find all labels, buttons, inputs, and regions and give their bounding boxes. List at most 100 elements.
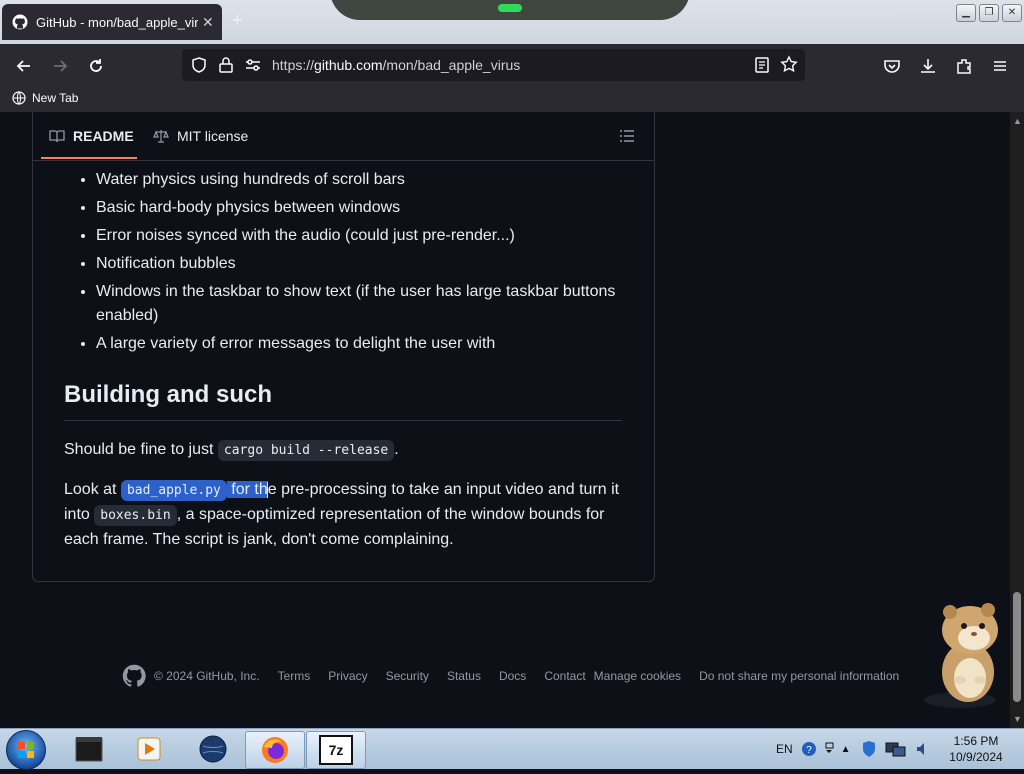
extensions-icon[interactable]	[954, 56, 974, 76]
tab-license-label: MIT license	[177, 128, 249, 144]
url-prefix: https://	[272, 57, 315, 73]
forward-icon[interactable]	[50, 56, 70, 76]
tab-readme[interactable]: README	[49, 128, 134, 144]
page-scrollbar[interactable]: ▲ ▼	[1010, 112, 1024, 728]
github-logo-icon[interactable]	[122, 664, 146, 688]
reload-icon[interactable]	[86, 56, 106, 76]
close-window-button[interactable]: ✕	[1002, 4, 1022, 22]
clock-date: 10/9/2024	[949, 750, 1003, 764]
cargo-command-code: cargo build --release	[217, 440, 395, 461]
footer-link-status[interactable]: Status	[447, 669, 481, 683]
url-text[interactable]: https://github.com/mon/bad_apple_virus	[272, 57, 520, 73]
desktop-decoration	[330, 0, 690, 20]
bookmark-new-tab[interactable]: New Tab	[12, 91, 78, 105]
script-paragraph: Look at bad_apple.py for the pre-process…	[64, 478, 624, 552]
footer-link-terms[interactable]: Terms	[278, 669, 311, 683]
browser-tab[interactable]: GitHub - mon/bad_apple_virus ✕	[2, 4, 222, 40]
book-icon	[49, 130, 65, 143]
list-item: Notification bubbles	[96, 252, 656, 276]
feature-list: Water physics using hundreds of scroll b…	[64, 168, 656, 360]
volume-icon[interactable]	[915, 740, 929, 758]
active-tab-indicator	[41, 157, 137, 159]
footer-link-docs[interactable]: Docs	[499, 669, 526, 683]
para2-lookat: Look at	[64, 481, 121, 498]
start-button[interactable]	[6, 730, 46, 770]
para1-end: .	[394, 441, 399, 458]
svg-text:?: ?	[806, 745, 812, 756]
github-footer: © 2024 GitHub, Inc. Terms Privacy Securi…	[122, 664, 922, 688]
scroll-up-icon[interactable]: ▲	[1013, 116, 1022, 126]
taskbar-app-media-player[interactable]	[120, 731, 178, 767]
github-page: README MIT license Water physics using h…	[0, 112, 1010, 728]
build-paragraph: Should be fine to just cargo build --rel…	[64, 438, 624, 463]
tab-license[interactable]: MIT license	[153, 128, 248, 144]
globe-app-icon	[199, 735, 227, 763]
site-permissions-icon[interactable]	[244, 57, 262, 73]
firefox-icon	[262, 737, 288, 763]
footer-link-do-not-share[interactable]: Do not share my personal information	[699, 669, 899, 683]
back-icon[interactable]	[14, 56, 34, 76]
minimize-window-button[interactable]: ▁	[956, 4, 976, 22]
list-item: Windows in the taskbar to show text (if …	[96, 280, 656, 328]
7zip-icon: 7z	[319, 735, 353, 765]
list-item: Water physics using hundreds of scroll b…	[96, 168, 656, 192]
footer-link-manage-cookies[interactable]: Manage cookies	[594, 669, 681, 683]
url-path: /mon/bad_apple_virus	[382, 57, 521, 73]
system-tray: EN ? ▲	[776, 729, 929, 769]
clock-time: 1:56 PM	[953, 734, 999, 748]
bad-apple-script-code: bad_apple.py	[120, 480, 227, 501]
selected-text: for th	[226, 481, 268, 498]
list-item: A large variety of error messages to del…	[96, 332, 656, 356]
list-item: Basic hard-body physics between windows	[96, 196, 656, 220]
table-of-contents-icon[interactable]	[619, 128, 635, 144]
windows-logo-icon	[18, 742, 34, 758]
taskbar-app-firefox[interactable]	[245, 731, 305, 769]
scale-icon	[153, 130, 169, 143]
windows-taskbar: 7z EN ? ▲ 1:56 PM 10/9/2024	[0, 728, 1024, 770]
pocket-icon[interactable]	[882, 56, 902, 76]
url-bar[interactable]: https://github.com/mon/bad_apple_virus	[182, 49, 805, 81]
taskbar-app-7zip[interactable]: 7z	[306, 731, 366, 769]
bookmark-star-icon[interactable]	[780, 55, 798, 73]
language-bar-options-icon[interactable]	[823, 741, 835, 757]
downloads-icon[interactable]	[918, 56, 938, 76]
tab-readme-label: README	[73, 128, 134, 144]
scroll-down-icon[interactable]: ▼	[1013, 714, 1022, 724]
help-icon[interactable]: ?	[801, 741, 817, 757]
reader-view-icon[interactable]	[754, 56, 770, 74]
new-tab-button[interactable]: +	[232, 10, 243, 31]
terminal-icon	[75, 737, 103, 762]
tab-title: GitHub - mon/bad_apple_virus	[36, 14, 198, 30]
footer-link-privacy[interactable]: Privacy	[328, 669, 367, 683]
footer-link-security[interactable]: Security	[386, 669, 429, 683]
para1-text: Should be fine to just	[64, 441, 218, 458]
taskbar-app-globe[interactable]	[184, 731, 242, 767]
network-icon[interactable]	[885, 740, 907, 758]
scrollbar-thumb[interactable]	[1013, 592, 1021, 702]
shield-icon[interactable]	[190, 56, 208, 74]
browser-tab-bar: GitHub - mon/bad_apple_virus ✕ + ▁ ❐ ✕	[0, 0, 1024, 44]
menu-icon[interactable]	[990, 56, 1010, 76]
system-clock[interactable]: 1:56 PM 10/9/2024	[936, 733, 1016, 765]
close-tab-icon[interactable]: ✕	[202, 14, 214, 31]
footer-copyright: © 2024 GitHub, Inc.	[154, 669, 260, 683]
globe-icon	[12, 91, 26, 105]
footer-link-contact[interactable]: Contact	[544, 669, 585, 683]
boxes-bin-code: boxes.bin	[94, 505, 177, 526]
taskbar-app-terminal[interactable]	[60, 731, 118, 767]
url-host: github.com	[314, 57, 383, 73]
section-heading: Building and such	[64, 380, 622, 421]
lock-icon[interactable]	[218, 56, 234, 74]
language-indicator[interactable]: EN	[776, 742, 793, 756]
list-item: Error noises synced with the audio (coul…	[96, 224, 656, 248]
bookmarks-toolbar: New Tab	[0, 86, 1024, 113]
media-player-icon	[137, 737, 161, 761]
hamster-desktop-pet[interactable]	[920, 600, 1006, 710]
github-icon	[12, 14, 28, 30]
show-hidden-icons[interactable]: ▲	[841, 744, 851, 755]
security-shield-icon[interactable]	[861, 740, 877, 758]
browser-nav-bar: https://github.com/mon/bad_apple_virus	[0, 44, 1024, 86]
restore-window-button[interactable]: ❐	[979, 4, 999, 22]
readme-tabs: README MIT license	[33, 112, 654, 161]
bookmark-label: New Tab	[32, 91, 79, 105]
